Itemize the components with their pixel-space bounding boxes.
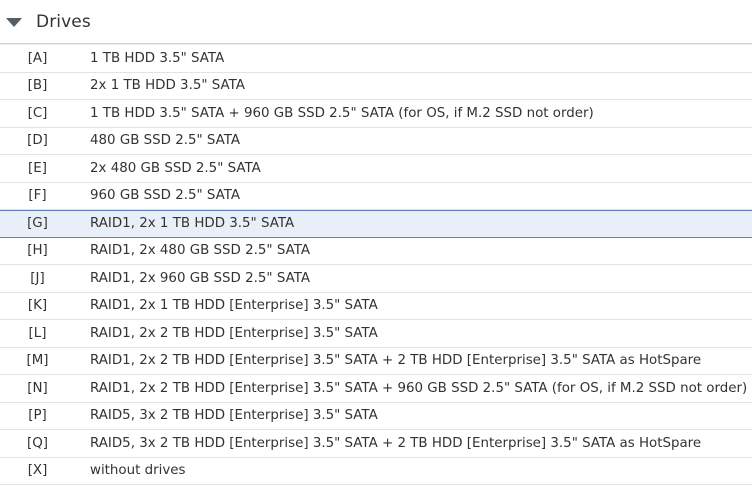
option-label: RAID5, 3x 2 TB HDD [Enterprise] 3.5" SAT… (90, 408, 378, 424)
option-label: 1 TB HDD 3.5" SATA (90, 50, 225, 66)
option-row-n[interactable]: [N] RAID1, 2x 2 TB HDD [Enterprise] 3.5"… (0, 375, 752, 403)
option-key: [H] (27, 243, 48, 259)
option-key: [P] (28, 408, 47, 424)
option-row-d[interactable]: [D] 480 GB SSD 2.5" SATA (0, 128, 752, 155)
option-row-e[interactable]: [E] 2x 480 GB SSD 2.5" SATA (0, 155, 752, 183)
option-label: RAID1, 2x 2 TB HDD [Enterprise] 3.5" SAT… (90, 353, 702, 369)
option-label: without drives (90, 463, 186, 479)
option-key: [N] (27, 380, 48, 396)
option-label: RAID1, 2x 1 TB HDD [Enterprise] 3.5" SAT… (90, 298, 378, 314)
option-row-b[interactable]: [B] 2x 1 TB HDD 3.5" SATA (0, 73, 752, 100)
section-title: Drives (36, 11, 91, 32)
option-key: [E] (28, 160, 47, 176)
drives-section-header[interactable]: Drives (0, 0, 752, 44)
option-key: [G] (27, 216, 48, 232)
option-row-f[interactable]: [F] 960 GB SSD 2.5" SATA (0, 183, 752, 210)
option-row-c[interactable]: [C] 1 TB HDD 3.5" SATA + 960 GB SSD 2.5"… (0, 100, 752, 128)
option-label: 480 GB SSD 2.5" SATA (90, 133, 241, 149)
option-row-j[interactable]: [J] RAID1, 2x 960 GB SSD 2.5" SATA (0, 265, 752, 293)
option-row-x[interactable]: [X] without drives (0, 458, 752, 485)
option-row-p[interactable]: [P] RAID5, 3x 2 TB HDD [Enterprise] 3.5"… (0, 403, 752, 430)
option-label: 1 TB HDD 3.5" SATA + 960 GB SSD 2.5" SAT… (90, 105, 594, 121)
option-key: [B] (27, 78, 48, 94)
option-key: [Q] (27, 435, 48, 451)
option-row-m[interactable]: [M] RAID1, 2x 2 TB HDD [Enterprise] 3.5"… (0, 348, 752, 375)
option-key: [F] (28, 188, 47, 204)
option-label: 2x 1 TB HDD 3.5" SATA (90, 78, 245, 94)
option-row-l[interactable]: [L] RAID1, 2x 2 TB HDD [Enterprise] 3.5"… (0, 320, 752, 348)
option-label: RAID1, 2x 960 GB SSD 2.5" SATA (90, 270, 310, 286)
caret-down-icon[interactable] (6, 18, 22, 27)
option-row-q[interactable]: [Q] RAID5, 3x 2 TB HDD [Enterprise] 3.5"… (0, 430, 752, 458)
option-key: [C] (27, 105, 48, 121)
option-key: [K] (27, 298, 48, 314)
option-label: 2x 480 GB SSD 2.5" SATA (90, 160, 261, 176)
option-label: 960 GB SSD 2.5" SATA (90, 188, 241, 204)
option-key: [J] (30, 270, 45, 286)
option-row-g-selected[interactable]: [G] RAID1, 2x 1 TB HDD 3.5" SATA (0, 210, 752, 238)
option-key: [L] (28, 325, 47, 341)
option-row-a[interactable]: [A] 1 TB HDD 3.5" SATA (0, 45, 752, 73)
option-label: RAID1, 2x 480 GB SSD 2.5" SATA (90, 243, 310, 259)
drive-options-list: [A] 1 TB HDD 3.5" SATA [B] 2x 1 TB HDD 3… (0, 45, 752, 485)
option-label: RAID5, 3x 2 TB HDD [Enterprise] 3.5" SAT… (90, 435, 702, 451)
option-label: RAID1, 2x 2 TB HDD [Enterprise] 3.5" SAT… (90, 325, 378, 341)
option-label: RAID1, 2x 2 TB HDD [Enterprise] 3.5" SAT… (90, 380, 748, 396)
option-key: [X] (27, 463, 48, 479)
option-key: [M] (26, 353, 49, 369)
option-key: [D] (27, 133, 48, 149)
option-row-h[interactable]: [H] RAID1, 2x 480 GB SSD 2.5" SATA (0, 238, 752, 265)
option-label: RAID1, 2x 1 TB HDD 3.5" SATA (90, 216, 295, 232)
option-key: [A] (27, 50, 48, 66)
option-row-k[interactable]: [K] RAID1, 2x 1 TB HDD [Enterprise] 3.5"… (0, 293, 752, 320)
